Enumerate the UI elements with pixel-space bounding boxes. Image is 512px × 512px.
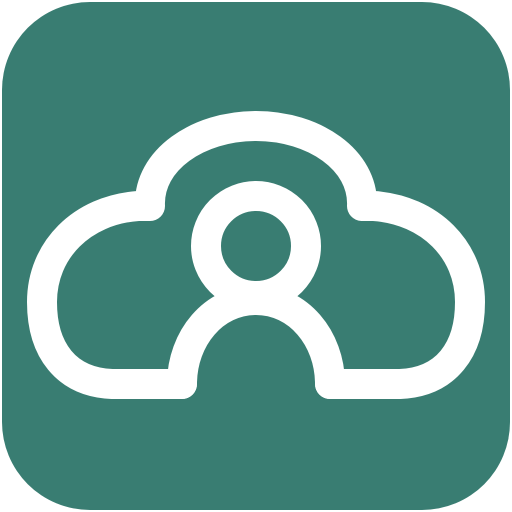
cloud-user-icon — [2, 2, 510, 510]
icon-background — [2, 2, 510, 510]
app-icon[interactable] — [0, 0, 512, 512]
